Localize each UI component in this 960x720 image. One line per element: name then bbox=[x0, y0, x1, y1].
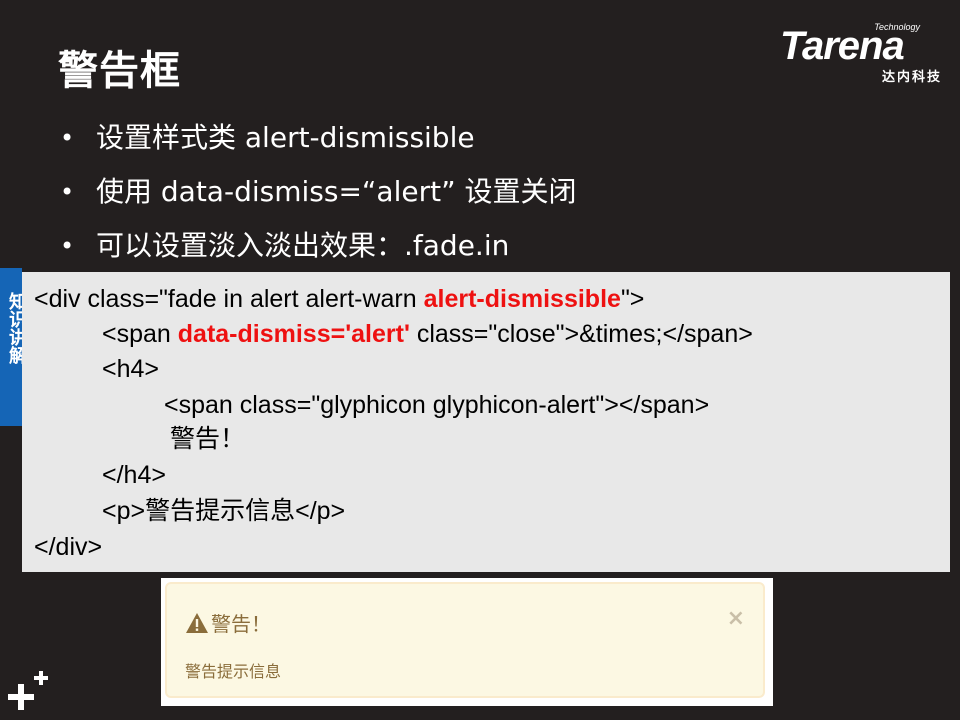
bullet-item: • 使用 data-dismiss=“alert” 设置关闭 bbox=[60, 170, 576, 224]
code-line-3: <h4> bbox=[102, 355, 160, 383]
alert-title-text: 警告！ bbox=[211, 612, 271, 636]
bullet-text: 使用 data-dismiss=“alert” 设置关闭 bbox=[96, 175, 577, 208]
code-highlight: alert-dismissible bbox=[423, 285, 621, 313]
logo-subtitle: 达内科技 bbox=[881, 70, 942, 85]
bullet-dot-icon: • bbox=[60, 232, 75, 260]
code-text: class="close">&times;</span> bbox=[409, 320, 753, 348]
bullet-item: • 设置样式类 alert-dismissible bbox=[60, 116, 576, 170]
bullet-dot-icon: • bbox=[60, 124, 75, 152]
code-line-2: <span data-dismiss='alert' class="close"… bbox=[102, 317, 753, 351]
code-line-8: </div> bbox=[34, 533, 103, 561]
code-block: <div class="fade in alert alert-warn ale… bbox=[22, 272, 950, 572]
warning-alert: 警告！ × 警告提示信息 bbox=[165, 582, 765, 698]
knowledge-side-tab[interactable]: 知识讲解 bbox=[0, 268, 27, 426]
bullet-text: 设置样式类 alert-dismissible bbox=[96, 121, 475, 154]
close-icon[interactable]: × bbox=[727, 606, 745, 631]
code-line-4: <span class="glyphicon glyphicon-alert">… bbox=[164, 391, 710, 419]
code-text: <span bbox=[102, 320, 178, 348]
bullet-item: • 可以设置淡入淡出效果：.fade.in bbox=[60, 224, 576, 278]
slide-title: 警告框 bbox=[58, 48, 181, 94]
bullet-dot-icon: • bbox=[60, 178, 75, 206]
code-highlight: data-dismiss='alert' bbox=[177, 320, 410, 348]
bullet-text: 可以设置淡入淡出效果：.fade.in bbox=[96, 229, 510, 262]
alert-message: 警告提示信息 bbox=[185, 662, 282, 681]
warning-triangle-icon bbox=[186, 612, 208, 633]
logo-name: Tarena bbox=[780, 24, 905, 68]
plus-plus-icon bbox=[8, 671, 48, 710]
alert-demo-frame: 警告！ × 警告提示信息 bbox=[161, 578, 773, 706]
code-line-7: <p>警告提示信息</p> bbox=[102, 497, 346, 525]
code-text: <div class="fade in alert alert-warn bbox=[34, 285, 424, 313]
code-text: "> bbox=[620, 285, 645, 313]
code-line-1: <div class="fade in alert alert-warn ale… bbox=[34, 282, 644, 316]
code-line-5: 警告！ bbox=[170, 425, 246, 453]
code-line-6: </h4> bbox=[102, 461, 166, 489]
tarena-logo: Technology Tarena 达内科技 bbox=[780, 22, 948, 85]
alert-heading: 警告！ bbox=[185, 608, 271, 637]
bullet-list: • 设置样式类 alert-dismissible • 使用 data-dismis… bbox=[60, 116, 576, 278]
